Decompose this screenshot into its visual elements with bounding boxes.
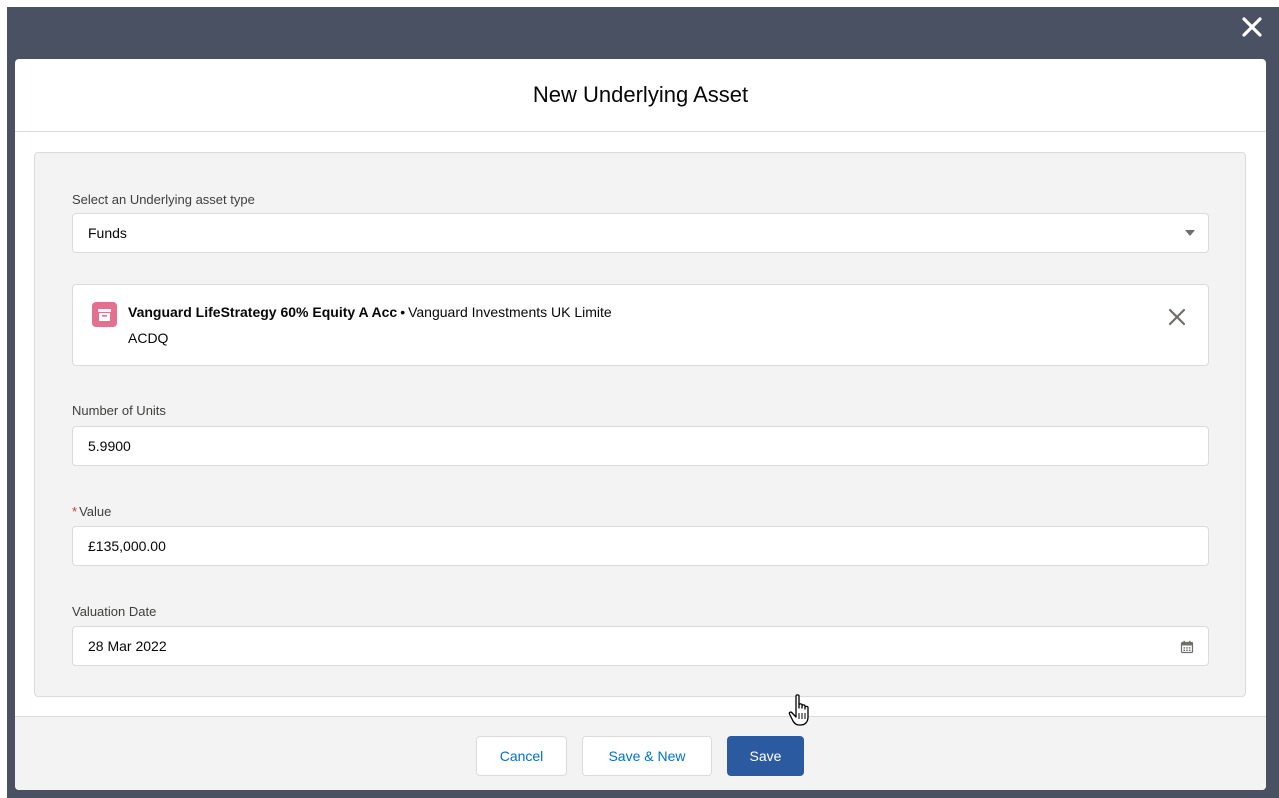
units-label: Number of Units	[72, 403, 166, 418]
modal-header: New Underlying Asset	[15, 59, 1266, 132]
modal-title: New Underlying Asset	[532, 82, 749, 107]
units-input[interactable]: 5.9900	[72, 426, 1209, 466]
value-label: * Value	[72, 504, 111, 519]
fund-title-line: Vanguard LifeStrategy 60% Equity A Acc • V…	[128, 304, 612, 320]
asset-type-select[interactable]: Funds	[72, 213, 1209, 253]
value-label-text: Value	[79, 504, 112, 519]
modal-footer: Cancel Save & New Save	[15, 716, 1266, 790]
close-icon[interactable]	[1239, 14, 1265, 40]
units-value: 5.9900	[88, 438, 131, 454]
new-underlying-asset-modal: New Underlying Asset Select an Underlyin…	[15, 59, 1266, 790]
fund-lookup-pill: Vanguard LifeStrategy 60% Equity A Acc • V…	[72, 284, 1209, 366]
valuation-date-value: 28 Mar 2022	[88, 638, 167, 654]
value-input[interactable]: £135,000.00	[72, 526, 1209, 566]
cancel-button[interactable]: Cancel	[476, 736, 567, 776]
required-marker: *	[72, 504, 78, 519]
calendar-icon[interactable]	[1180, 640, 1194, 654]
valuation-date-input[interactable]: 28 Mar 2022	[72, 626, 1209, 666]
fund-separator: •	[400, 304, 406, 320]
valuation-date-label: Valuation Date	[72, 604, 157, 619]
fund-code: ACDQ	[128, 330, 169, 346]
fund-name: Vanguard LifeStrategy 60% Equity A Acc	[128, 304, 398, 320]
save-and-new-button[interactable]: Save & New	[582, 736, 712, 776]
close-icon[interactable]	[1166, 306, 1188, 328]
fund-provider: Vanguard Investments UK Limite	[408, 304, 612, 320]
asset-type-label: Select an Underlying asset type	[72, 192, 255, 207]
form-card: Select an Underlying asset type Funds Va…	[34, 152, 1246, 697]
chevron-down-icon	[1185, 230, 1195, 236]
modal-body: Select an Underlying asset type Funds Va…	[15, 132, 1266, 716]
fund-icon	[92, 302, 117, 327]
asset-type-value: Funds	[88, 225, 127, 241]
save-button[interactable]: Save	[727, 736, 804, 776]
value-value: £135,000.00	[88, 538, 166, 554]
